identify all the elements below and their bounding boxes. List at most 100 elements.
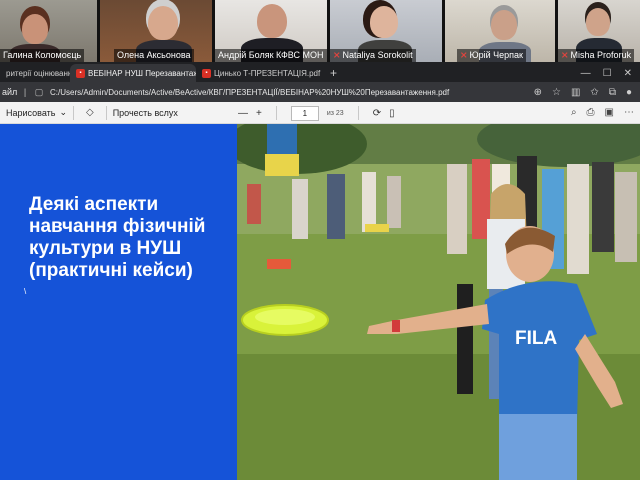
eraser-icon[interactable]: ◇ — [80, 107, 100, 118]
browser-tab[interactable]: ритерії оцінюванн✕ — [0, 64, 70, 82]
slide-photo: FILA — [237, 124, 640, 480]
participant-name: ⨯ Nataliya Sorokolit — [330, 49, 416, 62]
participant-name: ⨯ Юрій Черпак — [457, 49, 526, 62]
draw-label: Нарисовать — [6, 107, 56, 118]
divider — [357, 106, 359, 120]
participant-video-strip: Галина Коломоєць Олена Аксьонова Андрій … — [0, 0, 640, 62]
favorites-icon[interactable]: ✩ — [590, 87, 598, 98]
participant-name: Олена Аксьонова — [114, 49, 194, 62]
page-navigation: — + 1 из 23 ⟳ ▯ — [238, 102, 395, 124]
photo-person — [362, 172, 376, 232]
mic-muted-icon: ⨯ — [460, 50, 468, 60]
photo-person — [247, 184, 261, 224]
photo-person — [292, 179, 308, 239]
participant-tile[interactable]: Галина Коломоєць — [0, 0, 97, 62]
mic-muted-icon: ⨯ — [333, 50, 341, 60]
browser-tab-active[interactable]: ▪ ВЕБІНАР НУШ Перезавантаження✕ — [70, 64, 196, 82]
separator-icon: | — [23, 87, 27, 97]
read-aloud-button[interactable]: Прочесть вслух — [113, 108, 178, 118]
page-number-input[interactable]: 1 — [290, 105, 319, 121]
participant-name-text: Андрій Боляк КФВС МОН — [218, 50, 324, 60]
close-window-icon[interactable]: ✕ — [624, 68, 632, 79]
pdf-actions: ⌕ ⎙ ▣ ⋯ — [571, 107, 640, 118]
photo-banner — [265, 154, 299, 176]
participant-face — [586, 8, 610, 36]
participant-name: Андрій Боляк КФВС МОН — [215, 49, 327, 62]
tab-title: ритерії оцінюванн — [6, 68, 70, 78]
participant-tile[interactable]: ⨯ Юрій Черпак — [445, 0, 555, 62]
rotate-icon[interactable]: ⟳ — [373, 108, 381, 119]
photo-person — [567, 164, 589, 274]
participant-name-text: Misha Proforuk — [570, 50, 632, 60]
window-controls: — ☐ ✕ — [581, 64, 640, 82]
chevron-down-icon: ⌄ — [59, 107, 67, 117]
pdf-icon: ▪ — [76, 68, 85, 78]
address-prefix: айл — [2, 87, 18, 97]
participant-tile[interactable]: ⨯ Nataliya Sorokolit — [330, 0, 442, 62]
url-text[interactable]: C:/Users/Admin/Documents/Active/BeActive… — [50, 88, 449, 97]
draw-button[interactable]: Нарисовать ⌄ — [0, 107, 67, 118]
more-icon[interactable]: ⋯ — [624, 107, 634, 118]
address-actions: ⊕ ☆ ▥ ✩ ⧉ ● — [534, 87, 640, 98]
page-view-icon[interactable]: ▯ — [389, 108, 395, 119]
photo-person — [327, 174, 345, 239]
participant-tile[interactable]: Олена Аксьонова — [100, 0, 212, 62]
zoom-out-icon[interactable]: — — [238, 108, 248, 119]
participant-face — [22, 14, 48, 44]
tab-title: Цинько Т-ПРЕЗЕНТАЦІЯ.pdf — [214, 68, 321, 78]
photo-grass-foreground — [237, 354, 640, 480]
mouse-cursor: \ — [24, 287, 27, 296]
participant-name-text: Олена Аксьонова — [117, 50, 191, 60]
save-icon[interactable]: ▣ — [605, 107, 614, 118]
bookmark-star-icon[interactable]: ☆ — [552, 87, 561, 98]
search-icon[interactable]: ⌕ — [571, 107, 577, 118]
participant-name-text: Юрій Черпак — [469, 50, 523, 60]
mic-muted-icon: ⨯ — [561, 50, 569, 60]
participant-name-text: Галина Коломоєць — [3, 50, 82, 60]
participant-name-text: Nataliya Sorokolit — [342, 50, 413, 60]
pdf-icon: ▪ — [202, 68, 211, 78]
participant-tile[interactable]: Андрій Боляк КФВС МОН — [215, 0, 327, 62]
tab-title: ВЕБІНАР НУШ Перезавантаження — [88, 68, 196, 78]
browser-tab-bar: ритерії оцінюванн✕ ▪ ВЕБІНАР НУШ Перезав… — [0, 62, 640, 82]
zoom-icon[interactable]: ⊕ — [534, 87, 542, 98]
screen: Галина Коломоєць Олена Аксьонова Андрій … — [0, 0, 640, 480]
address-bar: айл | ▢ C:/Users/Admin/Documents/Active/… — [0, 82, 640, 102]
photo-boy-shorts — [499, 414, 577, 480]
new-tab-button[interactable]: + — [322, 64, 345, 82]
photo-frisbee-inner — [255, 309, 315, 325]
split-view-icon[interactable]: ▥ — [571, 87, 580, 98]
participant-tile[interactable]: ⨯ Misha Proforuk — [558, 0, 640, 62]
file-icon: ▢ — [34, 86, 44, 97]
photo-banner — [267, 124, 297, 154]
photo-toy — [365, 224, 389, 232]
page-total: из 23 — [326, 109, 344, 117]
participant-face — [491, 10, 517, 40]
maximize-icon[interactable]: ☐ — [603, 68, 612, 79]
photo-wristband — [392, 320, 400, 332]
participant-name: ⨯ Misha Proforuk — [558, 49, 635, 62]
slide-title-panel: Деякі аспекти навчання фізичній культури… — [0, 124, 237, 480]
zoom-in-icon[interactable]: + — [256, 108, 262, 119]
profile-icon[interactable]: ● — [626, 87, 632, 98]
photo-person — [592, 162, 614, 252]
participant-face — [257, 4, 287, 38]
participant-face — [148, 6, 178, 40]
photo-illustration: FILA — [237, 124, 640, 480]
photo-person — [447, 164, 467, 254]
participant-name: Галина Коломоєць — [0, 49, 85, 62]
collections-icon[interactable]: ⧉ — [609, 87, 616, 98]
photo-person-leg — [457, 284, 473, 394]
divider — [105, 105, 107, 120]
minimize-icon[interactable]: — — [581, 68, 591, 79]
pdf-page-viewer[interactable]: Деякі аспекти навчання фізичній культури… — [0, 124, 640, 480]
divider — [275, 106, 277, 120]
browser-tab[interactable]: ▪ Цинько Т-ПРЕЗЕНТАЦІЯ.pdf✕ — [196, 64, 322, 82]
print-icon[interactable]: ⎙ — [587, 107, 595, 118]
pdf-toolbar: Нарисовать ⌄ ◇ Прочесть вслух — + 1 из 2… — [0, 102, 640, 124]
photo-person — [615, 172, 637, 262]
participant-face — [370, 6, 398, 38]
slide-title: Деякі аспекти навчання фізичній культури… — [29, 194, 206, 281]
photo-toy — [267, 259, 291, 269]
photo-jersey-text: FILA — [515, 328, 557, 349]
